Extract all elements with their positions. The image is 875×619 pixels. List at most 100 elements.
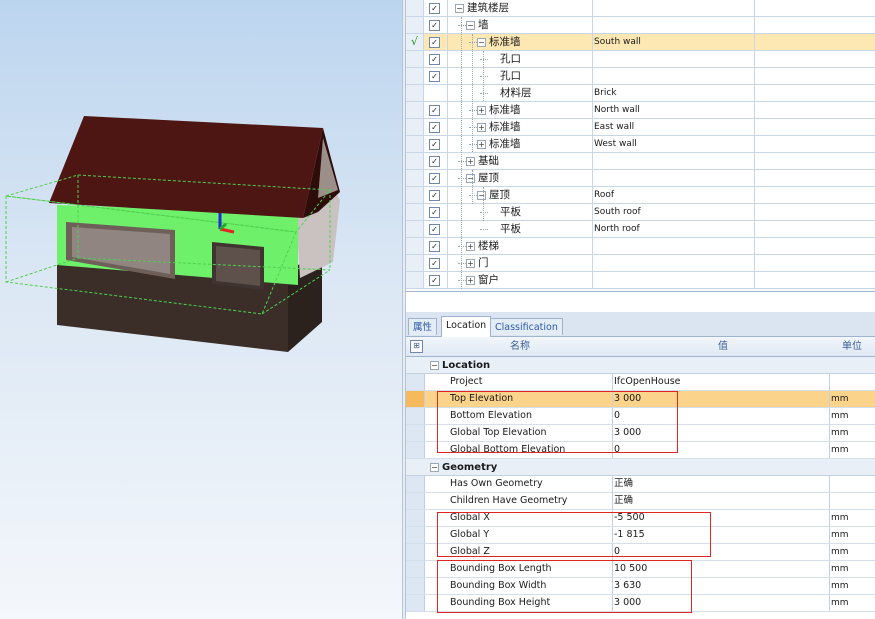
property-unit: mm: [831, 394, 849, 404]
tree-connector: [469, 144, 477, 145]
tree-node-cell: + 窗户: [447, 272, 593, 288]
tree-node-value: South roof: [592, 204, 755, 220]
expand-icon[interactable]: +: [466, 259, 475, 268]
tree-node-cell: + 基础: [447, 153, 593, 169]
expand-icon[interactable]: +: [477, 140, 486, 149]
tree-node-value: [592, 0, 755, 16]
tree-row[interactable]: ✓ − 建筑楼层: [406, 0, 875, 17]
tree-row[interactable]: ✓ + 标准墙 West wall: [406, 136, 875, 153]
property-row[interactable]: Children Have Geometry 正确: [406, 493, 875, 510]
property-value[interactable]: 正确: [612, 493, 830, 509]
grid-settings-icon[interactable]: ⊞: [410, 340, 423, 353]
checkbox-icon[interactable]: ✓: [429, 54, 440, 65]
tree-node-label[interactable]: 平板: [500, 204, 521, 220]
tree-row[interactable]: ✓ + 窗户: [406, 272, 875, 289]
tree-row[interactable]: √ ✓ − 标准墙 South wall: [406, 34, 875, 51]
checkbox-icon[interactable]: ✓: [429, 37, 440, 48]
tab-properties[interactable]: 属性: [408, 318, 438, 335]
checkbox-icon[interactable]: ✓: [429, 156, 440, 167]
3d-viewport[interactable]: [0, 0, 402, 619]
visibility-cell: ✓: [423, 68, 448, 84]
tree-node-label[interactable]: 门: [478, 255, 489, 271]
property-row[interactable]: Project IfcOpenHouse: [406, 374, 875, 391]
checkbox-icon[interactable]: ✓: [429, 122, 440, 133]
collapse-icon[interactable]: −: [466, 21, 475, 30]
tree-row[interactable]: ✓ 孔口: [406, 51, 875, 68]
visibility-cell: ✓: [423, 272, 448, 288]
checkbox-icon[interactable]: ✓: [429, 190, 440, 201]
tree-row[interactable]: ✓ 平板 South roof: [406, 204, 875, 221]
tree-node-label[interactable]: 孔口: [500, 68, 521, 84]
tree-node-label[interactable]: 屋顶: [489, 187, 510, 203]
header-unit[interactable]: 单位: [842, 337, 862, 356]
tree-row[interactable]: ✓ + 基础: [406, 153, 875, 170]
checkbox-icon[interactable]: ✓: [429, 173, 440, 184]
tree-connector: [469, 42, 477, 43]
tree-node-label[interactable]: 孔口: [500, 51, 521, 67]
collapse-icon[interactable]: −: [477, 191, 486, 200]
tree-row[interactable]: ✓ − 屋顶: [406, 170, 875, 187]
checkbox-icon[interactable]: ✓: [429, 258, 440, 269]
tree-connector: [458, 161, 466, 162]
expand-icon[interactable]: +: [466, 242, 475, 251]
expand-icon[interactable]: +: [477, 106, 486, 115]
tree-node-value: [592, 153, 755, 169]
checkbox-icon[interactable]: ✓: [429, 241, 440, 252]
collapse-icon[interactable]: −: [430, 361, 439, 370]
expand-icon[interactable]: +: [477, 123, 486, 132]
tree-node-label[interactable]: 屋顶: [478, 170, 499, 186]
checkbox-icon[interactable]: ✓: [429, 139, 440, 150]
header-value[interactable]: 值: [718, 337, 728, 356]
tree-node-value: North wall: [592, 102, 755, 118]
category-geometry[interactable]: − Geometry: [406, 459, 875, 476]
checkbox-icon[interactable]: ✓: [429, 105, 440, 116]
tree-node-label[interactable]: 平板: [500, 221, 521, 237]
tree-connector: [469, 195, 477, 196]
collapse-icon[interactable]: −: [455, 4, 464, 13]
tree-node-label[interactable]: 建筑楼层: [467, 0, 509, 16]
tree-row[interactable]: ✓ + 楼梯: [406, 238, 875, 255]
tree-node-label[interactable]: 标准墙: [489, 102, 521, 118]
property-value[interactable]: 正确: [612, 476, 830, 492]
tree-row[interactable]: ✓ 孔口: [406, 68, 875, 85]
tab-location[interactable]: Location: [441, 316, 492, 337]
roof-south: [49, 116, 323, 218]
tree-row[interactable]: ✓ − 墙: [406, 17, 875, 34]
expand-icon[interactable]: +: [466, 276, 475, 285]
header-name[interactable]: 名称: [510, 337, 530, 356]
tree-row[interactable]: ✓ + 门: [406, 255, 875, 272]
tree-node-label[interactable]: 楼梯: [478, 238, 499, 254]
checkbox-icon[interactable]: ✓: [429, 3, 440, 14]
checkbox-icon[interactable]: ✓: [429, 20, 440, 31]
tree-row[interactable]: 材料层 Brick: [406, 85, 875, 102]
tree-node-label[interactable]: 材料层: [500, 85, 532, 101]
right-panel: ✓ − 建筑楼层 ✓ − 墙 √ ✓ − 标准墙 South wall ✓ 孔口 ✓ 孔口 材料层 Brick ✓…: [406, 0, 875, 619]
tree-node-label[interactable]: 标准墙: [489, 119, 521, 135]
tree-node-label[interactable]: 墙: [478, 17, 489, 33]
structure-tree[interactable]: ✓ − 建筑楼层 ✓ − 墙 √ ✓ − 标准墙 South wall ✓ 孔口 ✓ 孔口 材料层 Brick ✓…: [406, 0, 875, 292]
property-value[interactable]: IfcOpenHouse: [612, 374, 830, 390]
tree-node-label[interactable]: 基础: [478, 153, 499, 169]
tree-row[interactable]: ✓ 平板 North roof: [406, 221, 875, 238]
collapse-icon[interactable]: −: [466, 174, 475, 183]
collapse-icon[interactable]: −: [430, 463, 439, 472]
tree-node-label[interactable]: 窗户: [478, 272, 499, 288]
tree-node-label[interactable]: 标准墙: [489, 136, 521, 152]
expand-icon[interactable]: +: [466, 157, 475, 166]
house-model[interactable]: [0, 0, 402, 619]
visibility-cell: ✓: [423, 0, 448, 16]
checkbox-icon[interactable]: ✓: [429, 71, 440, 82]
property-row[interactable]: Has Own Geometry 正确: [406, 476, 875, 493]
checkbox-icon[interactable]: ✓: [429, 207, 440, 218]
tree-row[interactable]: ✓ + 标准墙 North wall: [406, 102, 875, 119]
row-indicator: [406, 187, 424, 203]
checkbox-icon[interactable]: ✓: [429, 224, 440, 235]
property-grid[interactable]: ⊞ 名称 值 单位 − Location Project IfcOpenHouse To…: [406, 337, 875, 619]
tree-node-label[interactable]: 标准墙: [489, 34, 521, 50]
tab-classification[interactable]: Classification: [490, 318, 563, 335]
tree-row[interactable]: ✓ + 标准墙 East wall: [406, 119, 875, 136]
category-location[interactable]: − Location: [406, 357, 875, 374]
tree-row[interactable]: ✓ − 屋顶 Roof: [406, 187, 875, 204]
collapse-icon[interactable]: −: [477, 38, 486, 47]
checkbox-icon[interactable]: ✓: [429, 275, 440, 286]
